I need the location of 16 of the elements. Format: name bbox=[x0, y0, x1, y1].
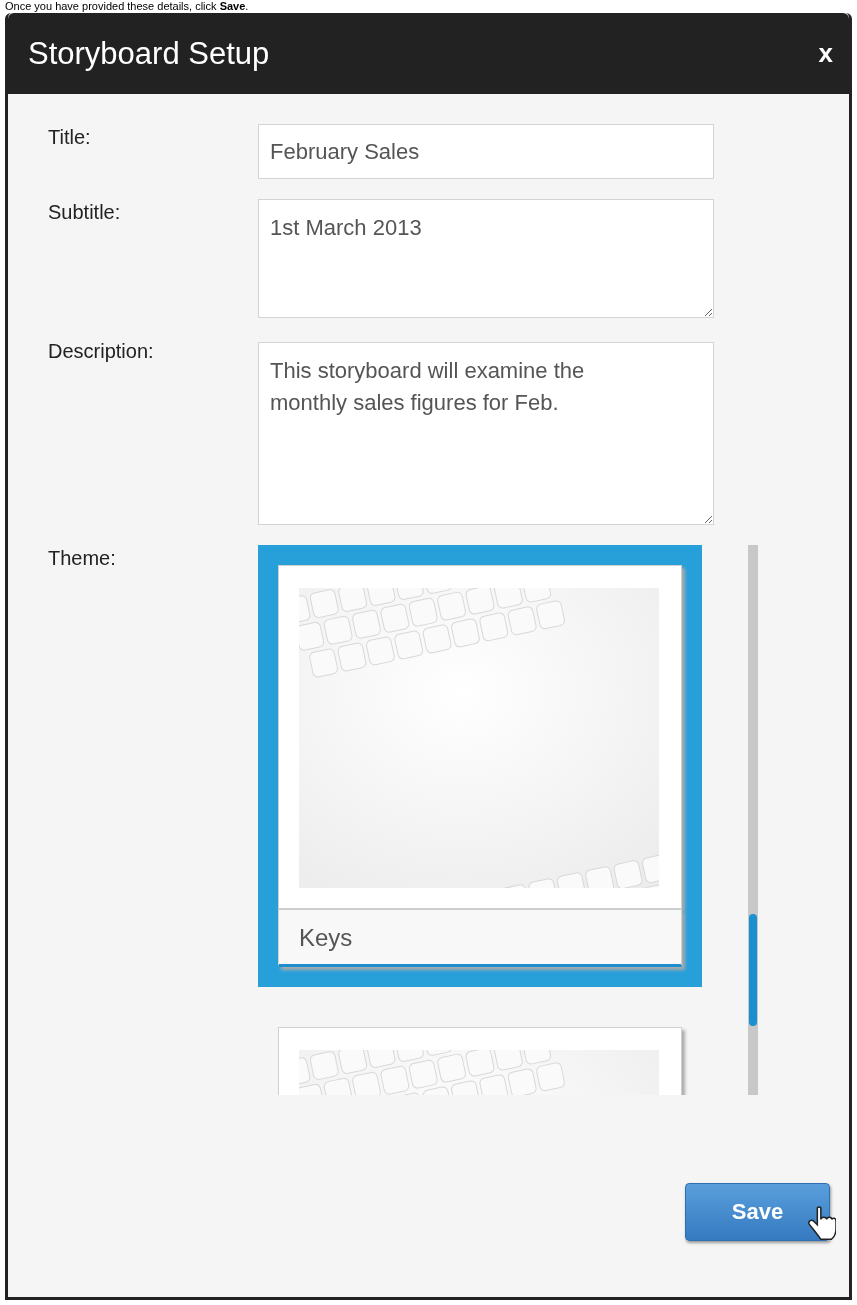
text-area[interactable]: This storyboard will examine the monthly sales figures for Feb. bbox=[258, 342, 714, 525]
instruction-text: Once you have provided these details, click Save. bbox=[4, 0, 250, 13]
hand-cursor-icon bbox=[808, 1205, 836, 1241]
text-area[interactable]: 1st March 2013 bbox=[258, 199, 714, 318]
scrollbar[interactable] bbox=[748, 545, 758, 1095]
title-input[interactable]: February Sales bbox=[258, 124, 714, 179]
field-label: Title: bbox=[48, 125, 92, 150]
theme-option[interactable]: Keys bbox=[258, 545, 702, 987]
save-button[interactable]: Save bbox=[685, 1183, 830, 1241]
field-label: Description: bbox=[48, 339, 155, 364]
scrollbar-thumb[interactable] bbox=[749, 914, 757, 1026]
theme-name: Keys bbox=[278, 909, 682, 967]
field-label: Theme: bbox=[48, 546, 117, 571]
dialog-title: Storyboard Setup bbox=[28, 35, 270, 72]
field-label: Subtitle: bbox=[48, 200, 122, 225]
close-button[interactable]: x bbox=[814, 38, 837, 69]
